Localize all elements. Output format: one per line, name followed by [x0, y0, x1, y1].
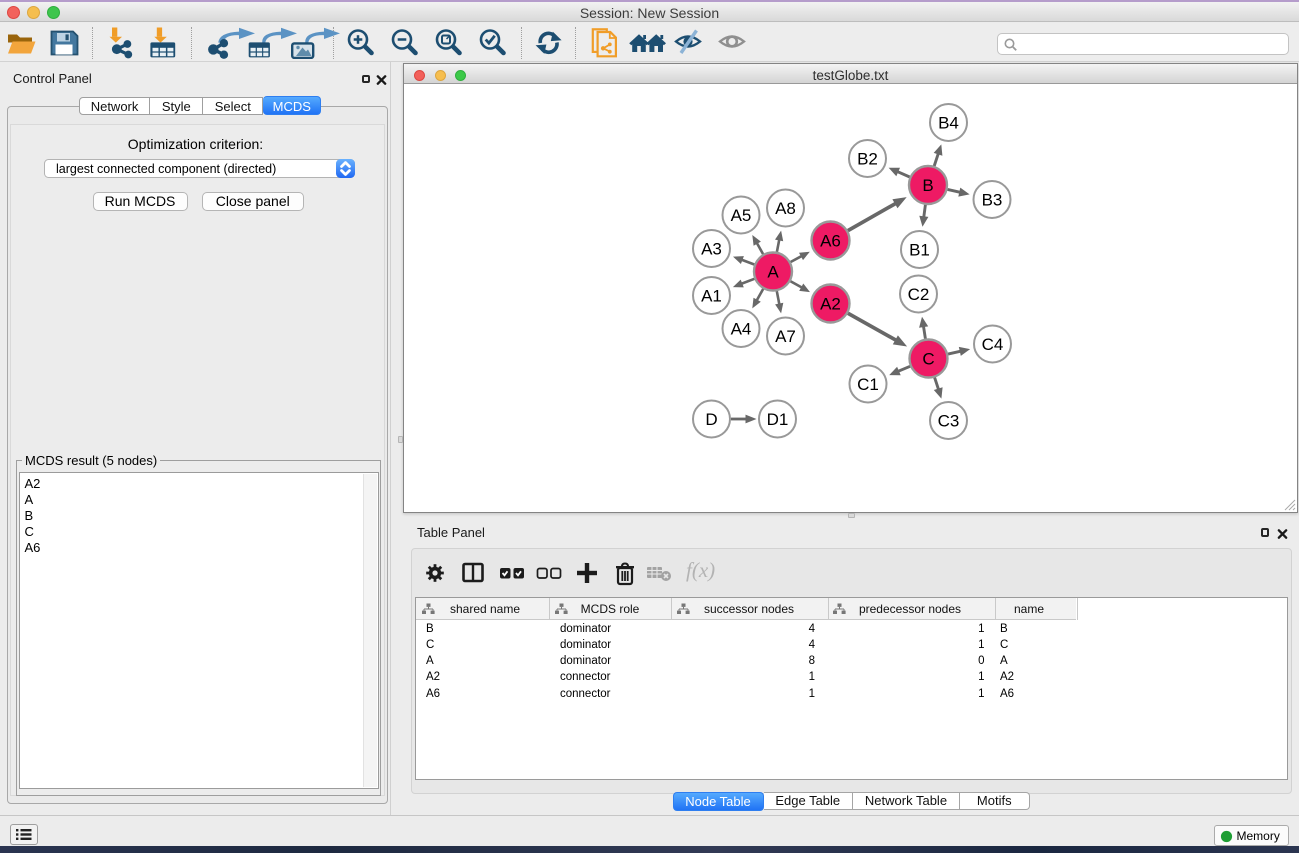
svg-text:B: B [922, 176, 933, 195]
svg-text:A2: A2 [820, 294, 841, 313]
svg-text:A: A [767, 262, 779, 281]
svg-text:D1: D1 [767, 410, 789, 429]
svg-text:A3: A3 [701, 239, 722, 258]
svg-text:D: D [705, 410, 717, 429]
svg-text:A4: A4 [731, 319, 752, 338]
svg-text:B1: B1 [909, 240, 930, 259]
svg-text:A5: A5 [731, 206, 752, 225]
svg-text:C3: C3 [938, 411, 960, 430]
svg-text:A1: A1 [701, 286, 722, 305]
svg-text:B4: B4 [938, 113, 959, 132]
svg-text:C: C [922, 349, 934, 368]
svg-text:B2: B2 [857, 149, 878, 168]
svg-text:B3: B3 [982, 190, 1003, 209]
svg-text:A8: A8 [775, 199, 796, 218]
svg-text:C1: C1 [857, 375, 879, 394]
svg-text:C4: C4 [982, 335, 1004, 354]
svg-text:C2: C2 [908, 285, 930, 304]
svg-text:A7: A7 [775, 327, 796, 346]
svg-text:A6: A6 [820, 231, 841, 250]
